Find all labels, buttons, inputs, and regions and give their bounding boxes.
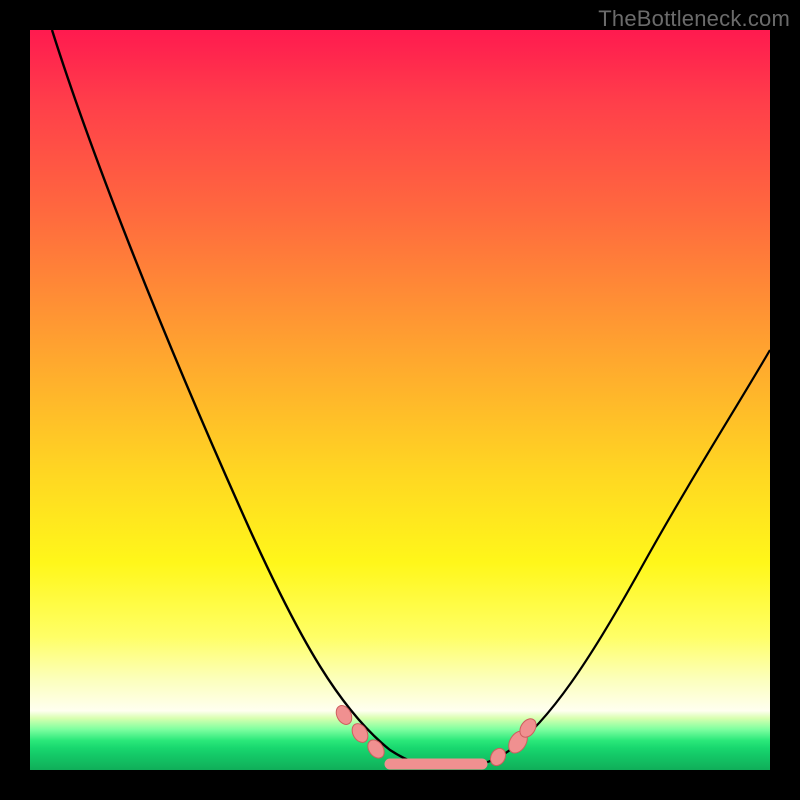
watermark-text: TheBottleneck.com — [598, 6, 790, 32]
outer-frame: TheBottleneck.com — [0, 0, 800, 800]
curve-right-path — [440, 350, 770, 768]
curve-left-path — [52, 30, 440, 768]
marker-group — [333, 703, 539, 768]
chart-svg — [30, 30, 770, 770]
plot-area — [30, 30, 770, 770]
